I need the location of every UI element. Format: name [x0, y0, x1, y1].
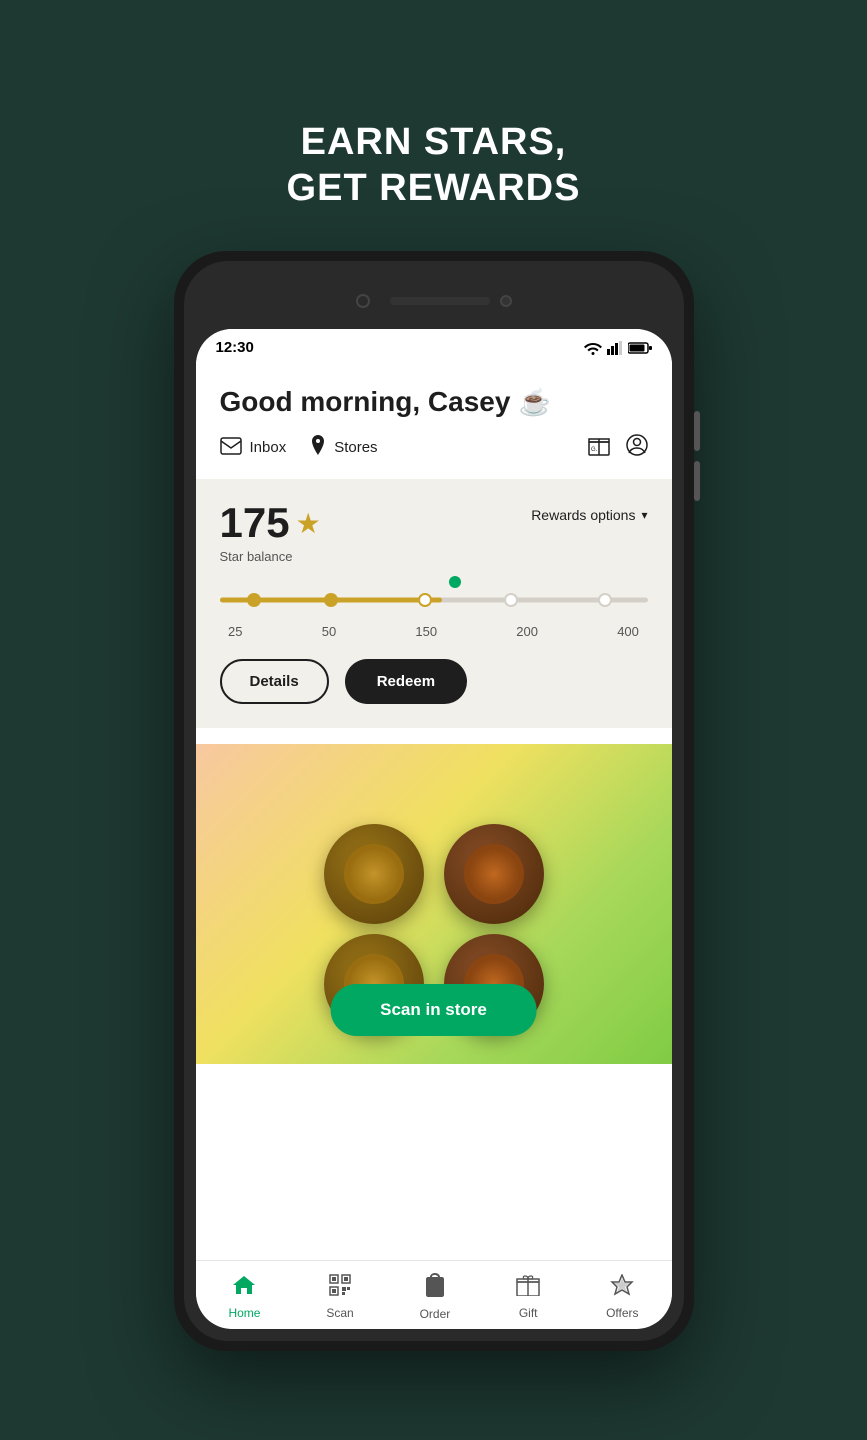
- food-banner: Scan in store: [196, 744, 672, 1064]
- signal-icon: [607, 341, 623, 355]
- greeting-label: Good morning, Casey: [220, 386, 511, 418]
- phone-notch-area: [184, 273, 684, 328]
- star-icon-gold: ★: [296, 507, 321, 540]
- greeting-text: Good morning, Casey ☕: [220, 386, 648, 418]
- volume-button-2[interactable]: [694, 461, 700, 501]
- wifi-icon: [584, 341, 602, 355]
- location-icon: [310, 435, 326, 461]
- hero-section: EARN STARS, GET REWARDS: [287, 0, 581, 211]
- nav-order-label: Order: [420, 1307, 451, 1321]
- dot-50: [324, 593, 338, 607]
- nav-home-label: Home: [228, 1306, 260, 1320]
- scan-in-store-button[interactable]: Scan in store: [330, 984, 537, 1036]
- gift-card-icon[interactable]: G.: [588, 434, 610, 461]
- progress-bar-container: [220, 580, 648, 620]
- nav-item-scan[interactable]: Scan: [314, 1274, 365, 1320]
- nav-offers-label: Offers: [606, 1306, 638, 1320]
- dot-25: [247, 593, 261, 607]
- status-icons: [584, 341, 652, 355]
- inbox-icon: [220, 437, 242, 459]
- dot-200: [504, 593, 518, 607]
- svg-text:G.: G.: [591, 447, 598, 453]
- nav-icons-right: G.: [588, 434, 648, 461]
- nav-links: Inbox Stores: [220, 434, 648, 461]
- gift-icon: [516, 1274, 540, 1302]
- nav-item-offers[interactable]: Offers: [594, 1274, 650, 1320]
- bottom-nav: Home: [196, 1260, 672, 1329]
- action-buttons: Details Redeem: [220, 659, 648, 704]
- star-number: 175: [220, 499, 290, 547]
- progress-section: 25 50 150 200 400: [220, 580, 648, 639]
- nav-item-home[interactable]: Home: [216, 1274, 272, 1320]
- app-content[interactable]: Good morning, Casey ☕: [196, 362, 672, 1260]
- coffee-emoji: ☕: [518, 387, 550, 418]
- chevron-down-icon: ▾: [641, 508, 647, 522]
- inbox-label: Inbox: [250, 439, 287, 456]
- camera-left: [356, 294, 370, 308]
- current-position-marker: [449, 576, 461, 588]
- label-400: 400: [617, 624, 639, 639]
- camera-right: [500, 295, 512, 307]
- order-icon: [426, 1273, 444, 1303]
- greeting-section: Good morning, Casey ☕: [196, 362, 672, 477]
- scan-icon: [329, 1274, 351, 1302]
- rewards-options-btn[interactable]: Rewards options ▾: [531, 507, 647, 523]
- dot-150: [418, 593, 432, 607]
- profile-icon[interactable]: [626, 434, 648, 461]
- label-200: 200: [516, 624, 538, 639]
- stars-section: 175 ★ Star balance Rewards options ▾: [196, 479, 672, 728]
- nav-scan-label: Scan: [326, 1306, 353, 1320]
- stars-header: 175 ★ Star balance Rewards options ▾: [220, 499, 648, 564]
- star-count-row: 175 ★: [220, 499, 321, 547]
- rewards-options-text: Rewards options: [531, 507, 635, 523]
- star-label: Star balance: [220, 549, 321, 564]
- details-button[interactable]: Details: [220, 659, 329, 704]
- nav-item-order[interactable]: Order: [408, 1273, 463, 1321]
- hero-title: EARN STARS, GET REWARDS: [287, 120, 581, 211]
- status-time: 12:30: [216, 339, 254, 356]
- redeem-button[interactable]: Redeem: [345, 659, 467, 704]
- progress-labels: 25 50 150 200 400: [220, 620, 648, 639]
- label-50: 50: [322, 624, 336, 639]
- phone-wrapper: 12:30: [174, 251, 694, 1351]
- phone-outer: 12:30: [174, 251, 694, 1351]
- star-balance-left: 175 ★ Star balance: [220, 499, 321, 564]
- home-icon: [232, 1274, 256, 1302]
- label-25: 25: [228, 624, 242, 639]
- stores-label: Stores: [334, 439, 377, 456]
- dot-400: [598, 593, 612, 607]
- offers-icon: [610, 1274, 634, 1302]
- label-150: 150: [415, 624, 437, 639]
- nav-item-gift[interactable]: Gift: [504, 1274, 552, 1320]
- status-bar: 12:30: [196, 329, 672, 362]
- inbox-link[interactable]: Inbox: [220, 437, 287, 459]
- volume-button-1[interactable]: [694, 411, 700, 451]
- phone-screen: 12:30: [196, 329, 672, 1329]
- phone-inner: 12:30: [184, 261, 684, 1341]
- stores-link[interactable]: Stores: [310, 435, 377, 461]
- speaker: [390, 297, 490, 305]
- nav-gift-label: Gift: [519, 1306, 538, 1320]
- battery-icon: [628, 341, 652, 355]
